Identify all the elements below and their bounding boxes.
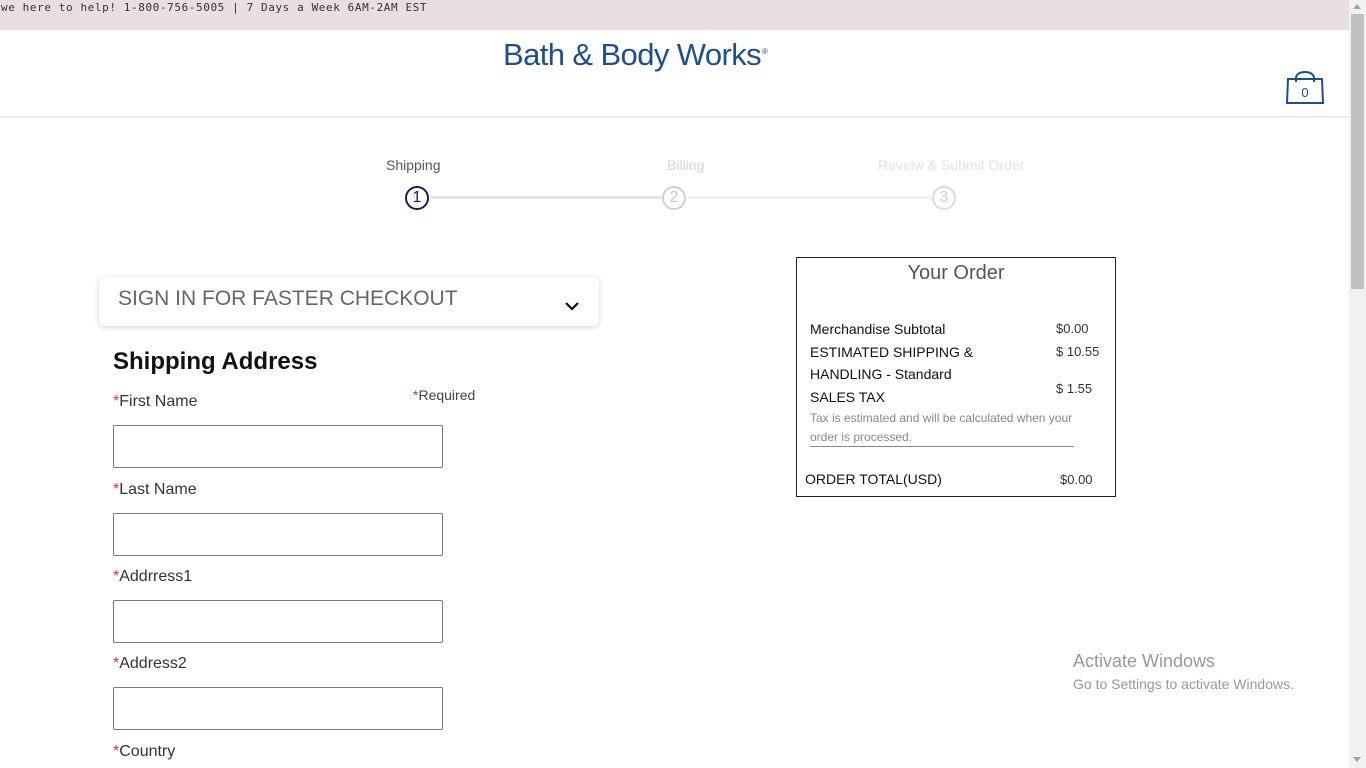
address2-label-text: Address2: [119, 655, 187, 672]
first-name-label-text: First Name: [119, 393, 198, 410]
address2-label: *Address2: [113, 655, 187, 673]
order-summary-title: Your Order: [907, 262, 1005, 284]
tax-note: Tax is estimated and will be calculated …: [810, 411, 1073, 444]
required-note: *Required: [413, 387, 475, 403]
cart-button[interactable]: 0: [1285, 68, 1325, 104]
scroll-down-arrow-icon[interactable]: [1353, 757, 1361, 762]
shipping-method-label: HANDLING - Standard: [810, 366, 952, 382]
order-total-value: $0.00: [1060, 472, 1093, 487]
help-banner: we here to help! 1-800-756-5005 | 7 Days…: [0, 0, 1349, 30]
brand-logo[interactable]: Bath & Body Works®: [503, 37, 768, 73]
sales-tax-label: SALES TAX: [810, 389, 885, 405]
shipping-address-title: Shipping Address: [113, 348, 318, 375]
country-label: *Country: [113, 743, 175, 761]
brand-logo-text: Bath & Body Works: [503, 37, 762, 72]
required-note-text: Required: [418, 387, 476, 403]
address2-field[interactable]: [113, 687, 443, 730]
order-total-label: ORDER TOTAL(USD): [805, 471, 942, 487]
address1-label-text: Addrress1: [119, 568, 193, 585]
step-shipping-circle[interactable]: 1: [405, 186, 429, 210]
cart-count: 0: [1301, 85, 1309, 100]
first-name-label: *First Name: [113, 393, 197, 411]
activate-windows-subtitle: Go to Settings to activate Windows.: [1073, 676, 1294, 692]
registered-mark: ®: [762, 46, 768, 56]
country-label-text: Country: [119, 743, 176, 760]
scroll-thumb[interactable]: [1351, 14, 1364, 289]
order-summary: Your Order Merchandise Subtotal $0.00 ES…: [796, 257, 1116, 497]
chevron-down-icon[interactable]: [564, 301, 580, 311]
step-billing-label: Billing: [667, 157, 705, 173]
scroll-up-arrow-icon[interactable]: [1353, 4, 1361, 9]
first-name-field[interactable]: [113, 425, 443, 468]
activate-windows-title: Activate Windows: [1073, 651, 1216, 671]
merchandise-subtotal-value: $0.00: [1056, 321, 1089, 336]
address1-field[interactable]: [113, 600, 443, 643]
help-banner-text: we here to help! 1-800-756-5005 | 7 Days…: [1, 1, 428, 14]
address1-label: *Addrress1: [113, 568, 192, 586]
sign-in-label: SIGN IN FOR FASTER CHECKOUT: [118, 287, 458, 310]
step-review-label: Reveiw & Submit Order: [878, 157, 1025, 173]
last-name-label-text: Last Name: [119, 481, 197, 498]
last-name-label: *Last Name: [113, 481, 197, 499]
step-shipping-label[interactable]: Shipping: [386, 157, 441, 173]
merchandise-subtotal-label: Merchandise Subtotal: [810, 321, 946, 337]
shipping-estimate-label: ESTIMATED SHIPPING &: [810, 344, 974, 360]
step-connector: [431, 196, 661, 199]
sign-in-accordion[interactable]: SIGN IN FOR FASTER CHECKOUT: [99, 277, 599, 326]
shipping-estimate-value: $ 10.55: [1056, 344, 1100, 359]
step-connector: [688, 196, 931, 199]
page-scrollbar[interactable]: [1349, 0, 1366, 768]
step-review-circle: 3: [932, 186, 956, 210]
step-billing-circle: 2: [662, 186, 686, 210]
sales-tax-value: $ 1.55: [1056, 381, 1093, 396]
last-name-field[interactable]: [113, 513, 443, 556]
order-divider: [810, 446, 1074, 447]
